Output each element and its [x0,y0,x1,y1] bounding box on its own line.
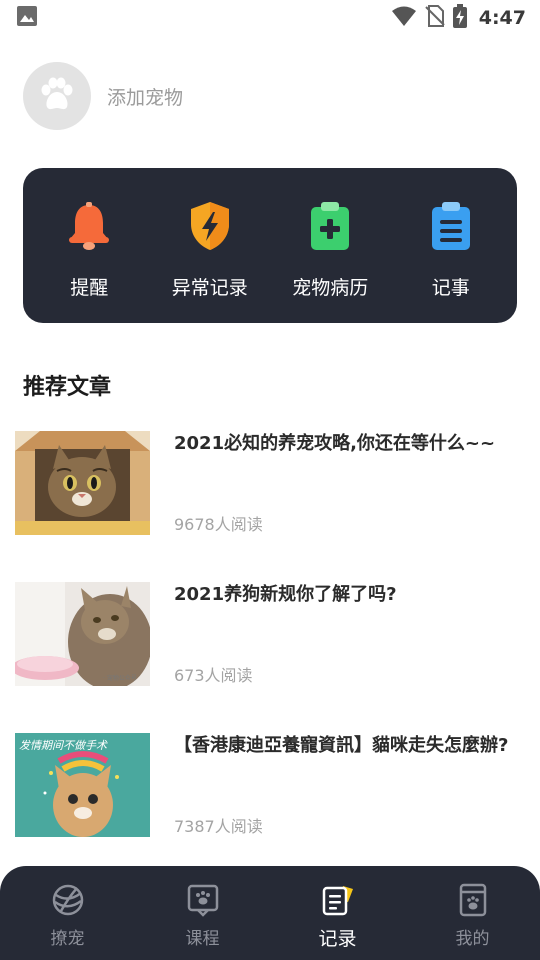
article-read-count: 9678人阅读 [174,515,263,534]
quick-action-label: 异常记录 [171,277,248,299]
svg-text:· 宠物公众号: · 宠物公众号 [103,674,137,682]
record-notes-icon [320,882,356,918]
paw-card-icon [455,882,491,918]
article-list: 2021必知的养宠攻略,你还在等什么~~ 9678人阅读 · 宠物公众号 202 [15,431,525,884]
nav-label: 记录 [318,928,357,950]
nav-tab-pets[interactable]: 撩宠 [0,866,135,960]
notes-clipboard-icon [426,199,476,253]
recommended-articles-title: 推荐文章 [23,375,112,400]
wifi-icon [391,5,417,31]
add-pet-row[interactable]: 添加宠物 [23,62,183,130]
article-read-count: 673人阅读 [174,666,253,685]
quick-action-abnormal-record[interactable]: 异常记录 [151,168,269,300]
pet-avatar[interactable] [23,62,91,130]
bell-icon [64,199,114,253]
no-sim-icon [425,5,445,31]
nav-label: 我的 [455,929,490,949]
article-title: 【香港康迪亞養寵資訊】貓咪走失怎麼辦? [174,735,509,756]
article-thumbnail-cat-in-box [15,431,150,535]
status-time: 4:47 [478,7,526,29]
article-thumbnail-kitten-thank-you: 发情期间不做手术 [15,733,150,837]
add-pet-label: 添加宠物 [107,86,184,109]
image-notification-icon [16,5,38,31]
quick-action-reminder[interactable]: 提醒 [30,168,148,300]
yarn-ball-icon [50,882,86,918]
nav-label: 撩宠 [50,929,85,949]
thumbnail-caption: 发情期间不做手术 [19,739,108,752]
quick-action-label: 记事 [431,277,470,299]
battery-charging-icon [452,4,467,32]
quick-action-notes[interactable]: 记事 [392,168,510,300]
quick-action-medical-record[interactable]: 宠物病历 [271,168,389,300]
nav-tab-mine[interactable]: 我的 [405,866,540,960]
article-item[interactable]: 发情期间不做手术 【香港康迪亞養寵資訊】貓咪走失怎麼辦? 7387人阅读 [15,733,525,839]
article-read-count: 7387人阅读 [174,817,263,836]
lightning-shield-icon [185,199,235,253]
nav-tab-courses[interactable]: 课程 [135,866,270,960]
article-title: 2021养狗新规你了解了吗? [174,584,397,605]
nav-tab-records[interactable]: 记录 [270,866,405,960]
status-bar: 4:47 [0,0,540,36]
paw-screen-icon [185,882,221,918]
quick-action-label: 宠物病历 [292,277,369,299]
article-thumbnail-cat-bowl: · 宠物公众号 [15,582,150,686]
article-item[interactable]: 2021必知的养宠攻略,你还在等什么~~ 9678人阅读 [15,431,525,537]
nav-label: 课程 [185,929,220,949]
medical-clipboard-icon [305,199,355,253]
bottom-navigation: 撩宠 课程 记录 我的 [0,866,540,960]
article-item[interactable]: · 宠物公众号 2021养狗新规你了解了吗? 673人阅读 [15,582,525,688]
quick-action-label: 提醒 [70,277,109,299]
paw-icon [38,76,76,116]
article-title: 2021必知的养宠攻略,你还在等什么~~ [174,433,496,454]
quick-actions-panel: 提醒 异常记录 宠物病历 记事 [23,168,517,323]
